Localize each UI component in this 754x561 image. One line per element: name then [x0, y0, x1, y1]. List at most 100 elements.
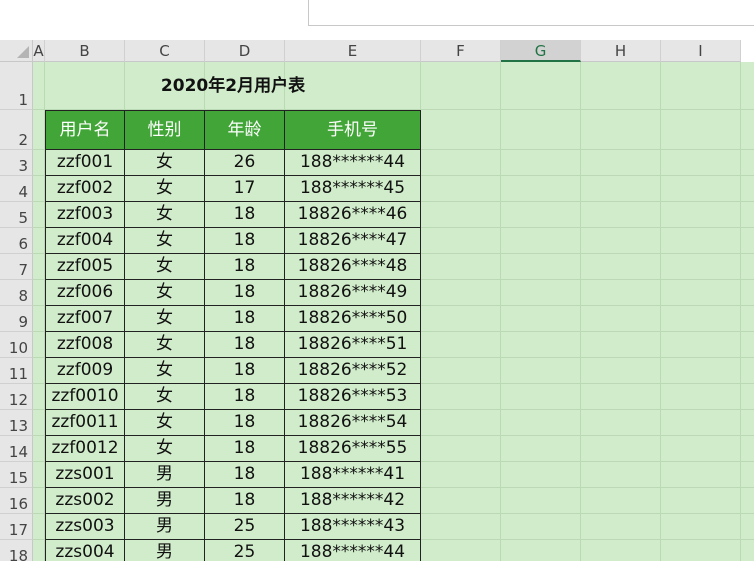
row-header-3[interactable]: 3: [0, 150, 33, 176]
table-cell[interactable]: 男: [125, 488, 205, 514]
table-cell[interactable]: zzf009: [45, 358, 125, 384]
table-cell[interactable]: 26: [205, 150, 285, 176]
table-cell[interactable]: zzf004: [45, 228, 125, 254]
table-cell[interactable]: 18826****49: [285, 280, 421, 306]
column-header-i[interactable]: I: [661, 40, 741, 62]
row-header-7[interactable]: 7: [0, 254, 33, 280]
cell-grid[interactable]: 2020年2月用户表 用户名 性别 年龄 手机号 zzf001 女 26 188******4…: [33, 62, 754, 561]
formula-input[interactable]: [308, 0, 754, 26]
row-header-1[interactable]: 1: [0, 62, 33, 110]
table-cell[interactable]: 女: [125, 410, 205, 436]
table-cell[interactable]: zzf002: [45, 176, 125, 202]
row-header-8[interactable]: 8: [0, 280, 33, 306]
table-cell[interactable]: 18: [205, 280, 285, 306]
table-header-cell[interactable]: 年龄: [205, 110, 285, 150]
table-cell[interactable]: 25: [205, 514, 285, 540]
row-header-18[interactable]: 18: [0, 540, 33, 561]
table-cell[interactable]: 18826****55: [285, 436, 421, 462]
table-cell[interactable]: zzs002: [45, 488, 125, 514]
select-all-button[interactable]: [0, 40, 33, 62]
table-cell[interactable]: 18826****46: [285, 202, 421, 228]
row-header-17[interactable]: 17: [0, 514, 33, 540]
table-cell[interactable]: 188******42: [285, 488, 421, 514]
table-cell[interactable]: zzs004: [45, 540, 125, 561]
column-header-g[interactable]: G: [501, 40, 581, 62]
table-cell[interactable]: 18826****51: [285, 332, 421, 358]
table-cell[interactable]: zzs001: [45, 462, 125, 488]
row-header-9[interactable]: 9: [0, 306, 33, 332]
table-cell[interactable]: 18: [205, 228, 285, 254]
table-cell[interactable]: zzs003: [45, 514, 125, 540]
table-cell[interactable]: zzf006: [45, 280, 125, 306]
table-cell[interactable]: 女: [125, 332, 205, 358]
table-cell[interactable]: zzf0011: [45, 410, 125, 436]
table-cell[interactable]: 18: [205, 332, 285, 358]
table-cell[interactable]: 18: [205, 436, 285, 462]
row-header-2[interactable]: 2: [0, 110, 33, 150]
row-header-5[interactable]: 5: [0, 202, 33, 228]
column-header-e[interactable]: E: [285, 40, 421, 62]
table-cell[interactable]: 18: [205, 488, 285, 514]
table-cell[interactable]: 18: [205, 358, 285, 384]
table-cell[interactable]: 18: [205, 462, 285, 488]
table-cell[interactable]: 18826****50: [285, 306, 421, 332]
row-header-6[interactable]: 6: [0, 228, 33, 254]
table-cell[interactable]: 18826****52: [285, 358, 421, 384]
table-cell[interactable]: 18: [205, 254, 285, 280]
table-cell[interactable]: 188******41: [285, 462, 421, 488]
table-cell[interactable]: 女: [125, 384, 205, 410]
table-header-cell[interactable]: 性别: [125, 110, 205, 150]
table-cell[interactable]: zzf008: [45, 332, 125, 358]
table-cell[interactable]: zzf007: [45, 306, 125, 332]
table-cell[interactable]: 女: [125, 306, 205, 332]
row-header-12[interactable]: 12: [0, 384, 33, 410]
table-cell[interactable]: 188******44: [285, 150, 421, 176]
table-cell[interactable]: zzf001: [45, 150, 125, 176]
table-cell[interactable]: 男: [125, 462, 205, 488]
table-cell[interactable]: 188******44: [285, 540, 421, 561]
table-cell[interactable]: 188******43: [285, 514, 421, 540]
row-header-15[interactable]: 15: [0, 462, 33, 488]
column-header-b[interactable]: B: [45, 40, 125, 62]
table-cell[interactable]: 25: [205, 540, 285, 561]
table-cell[interactable]: 18826****47: [285, 228, 421, 254]
table-cell[interactable]: 18: [205, 202, 285, 228]
table-cell[interactable]: 女: [125, 228, 205, 254]
table-cell[interactable]: 女: [125, 436, 205, 462]
table-cell[interactable]: 17: [205, 176, 285, 202]
row-header-14[interactable]: 14: [0, 436, 33, 462]
table-cell[interactable]: 男: [125, 514, 205, 540]
table-cell[interactable]: 男: [125, 540, 205, 561]
row-number: 16: [8, 495, 28, 513]
table-cell[interactable]: zzf0010: [45, 384, 125, 410]
column-header-d[interactable]: D: [205, 40, 285, 62]
table-cell[interactable]: 18826****53: [285, 384, 421, 410]
table-cell[interactable]: 18: [205, 384, 285, 410]
table-cell[interactable]: 18: [205, 306, 285, 332]
table-cell[interactable]: 女: [125, 176, 205, 202]
table-cell[interactable]: 18: [205, 410, 285, 436]
row-header-13[interactable]: 13: [0, 410, 33, 436]
row-header-10[interactable]: 10: [0, 332, 33, 358]
table-cell[interactable]: 18826****54: [285, 410, 421, 436]
table-cell[interactable]: 女: [125, 280, 205, 306]
table-cell[interactable]: zzf003: [45, 202, 125, 228]
row-header-4[interactable]: 4: [0, 176, 33, 202]
row-header-11[interactable]: 11: [0, 358, 33, 384]
table-header-cell[interactable]: 用户名: [45, 110, 125, 150]
table-cell[interactable]: 女: [125, 254, 205, 280]
table-cell[interactable]: 女: [125, 202, 205, 228]
table-header-cell[interactable]: 手机号: [285, 110, 421, 150]
column-header-a[interactable]: A: [33, 40, 45, 62]
row-header-16[interactable]: 16: [0, 488, 33, 514]
table-cell[interactable]: 女: [125, 150, 205, 176]
table-cell[interactable]: zzf005: [45, 254, 125, 280]
table-cell[interactable]: 188******45: [285, 176, 421, 202]
table-cell[interactable]: zzf0012: [45, 436, 125, 462]
column-header-h[interactable]: H: [581, 40, 661, 62]
table-cell[interactable]: 女: [125, 358, 205, 384]
sheet-title[interactable]: 2020年2月用户表: [45, 62, 421, 110]
table-cell[interactable]: 18826****48: [285, 254, 421, 280]
column-header-c[interactable]: C: [125, 40, 205, 62]
column-header-f[interactable]: F: [421, 40, 501, 62]
